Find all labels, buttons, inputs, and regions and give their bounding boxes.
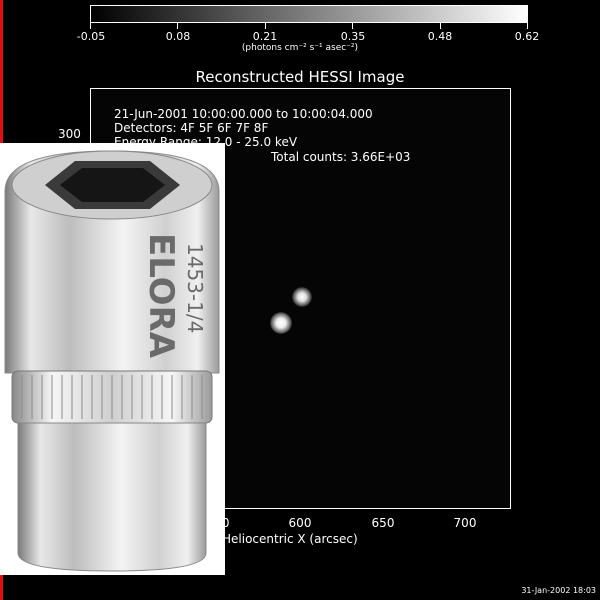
x-tick-label: 650: [371, 516, 395, 530]
colorbar: [90, 5, 528, 23]
colorbar-tick-label: 0.35: [340, 30, 366, 43]
socket-wrench-icon: ELORA 1453-1/4: [0, 143, 225, 575]
colorbar-tick: [265, 23, 266, 29]
colorbar-unit: (photons cm⁻² s⁻¹ asec⁻²): [241, 43, 359, 53]
colorbar-tick-label: 0.21: [252, 30, 278, 43]
brand-engraving: ELORA: [141, 233, 181, 359]
time-range-text: 21-Jun-2001 10:00:00.000 to 10:00:04.000: [114, 107, 373, 121]
detectors-text: Detectors: 4F 5F 6F 7F 8F: [114, 121, 269, 135]
colorbar-tick: [527, 23, 528, 29]
colorbar-tick: [352, 23, 353, 29]
y-tick-label: 300: [58, 127, 81, 141]
colorbar-tick: [177, 23, 178, 29]
xray-source-blob: [292, 287, 312, 307]
colorbar-tick-label: 0.62: [514, 30, 540, 43]
part-engraving: 1453-1/4: [183, 243, 207, 333]
x-tick-label: 700: [453, 516, 477, 530]
colorbar-tick-label: 0.08: [165, 30, 191, 43]
colorbar-tick-label: -0.05: [76, 30, 106, 43]
colorbar-tick: [90, 23, 91, 29]
plot-title: Reconstructed HESSI Image: [195, 68, 405, 86]
colorbar-tick: [440, 23, 441, 29]
timestamp: 31-Jan-2002 18:03: [521, 586, 596, 595]
colorbar-tick-label: 0.48: [427, 30, 453, 43]
x-tick-label: 600: [288, 516, 312, 530]
x-axis-label: Heliocentric X (arcsec): [222, 532, 358, 546]
total-counts-text: Total counts: 3.66E+03: [271, 150, 411, 164]
xray-source-blob: [270, 312, 292, 334]
